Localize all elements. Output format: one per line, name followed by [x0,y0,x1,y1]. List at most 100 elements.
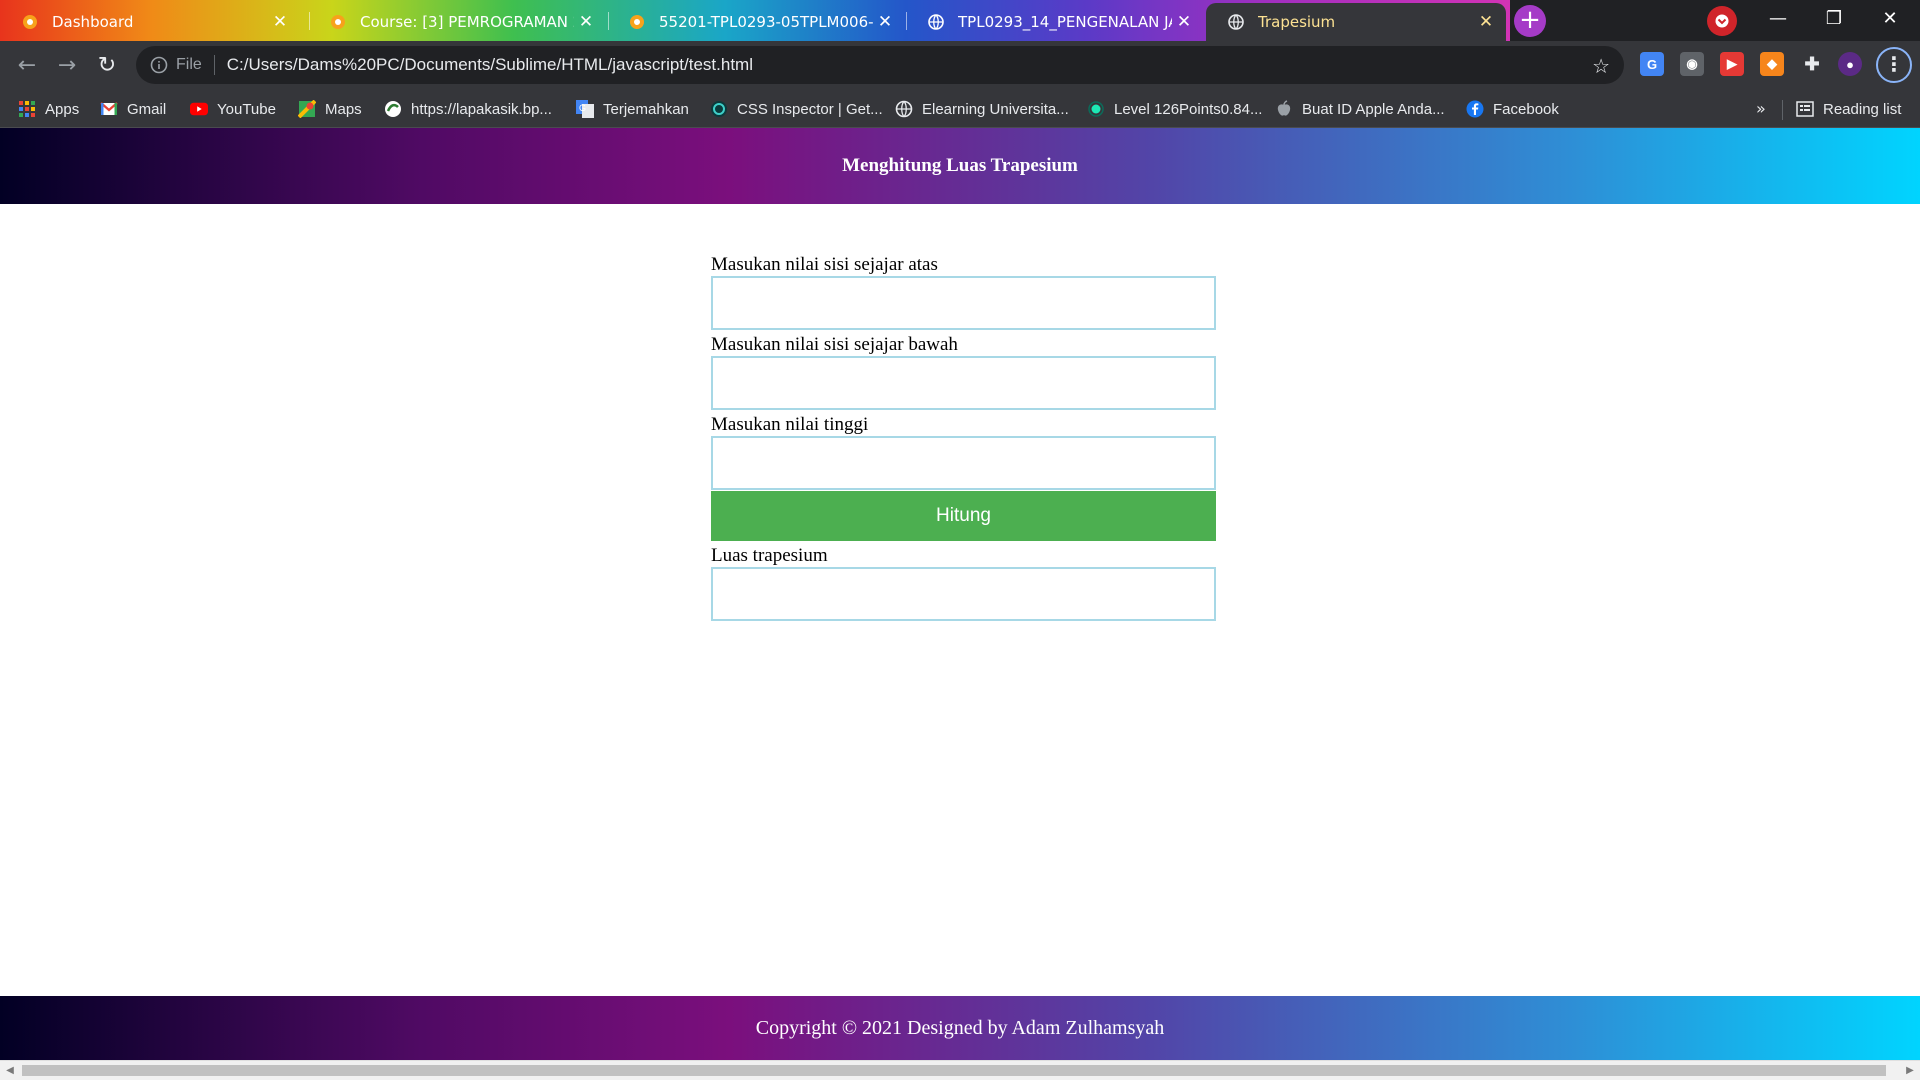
site-icon [384,100,402,118]
url-divider [213,55,215,75]
result-label: Luas trapesium [711,545,828,566]
video-extension-icon[interactable]: ▶ [1720,52,1744,76]
height-input[interactable] [711,436,1216,490]
page-title: Menghitung Luas Trapesium [842,155,1078,176]
scrollbar-thumb[interactable] [22,1065,1886,1076]
top-side-input[interactable] [711,276,1216,330]
bookmark-label: YouTube [217,100,276,118]
tab-trapesium[interactable]: Trapesium ✕ [1206,3,1506,41]
apple-icon [1275,100,1293,118]
facebook-icon [1466,100,1484,118]
top-side-label: Masukan nilai sisi sejajar atas [711,254,938,275]
bookmark-facebook[interactable]: Facebook [1466,90,1559,128]
height-label: Masukan nilai tinggi [711,414,869,435]
browser-toolbar: ← → ↻ File C:/Users/Dams%20PC/Documents/… [0,41,1920,90]
page-header: Menghitung Luas Trapesium [0,128,1920,204]
reading-list-button[interactable]: Reading list [1796,90,1901,128]
reading-list-icon [1796,100,1814,118]
address-bar[interactable]: File C:/Users/Dams%20PC/Documents/Sublim… [136,46,1624,84]
level-icon [1087,100,1105,118]
bookmark-lapakasik[interactable]: https://lapakasik.bp... [384,90,552,128]
bookmark-label: Buat ID Apple Anda... [1302,100,1445,118]
horizontal-scrollbar[interactable]: ◀ ▶ [0,1060,1920,1080]
back-icon[interactable]: ← [12,51,42,81]
bookmark-label: Apps [45,100,80,118]
globe-icon [1228,14,1244,30]
close-window-icon[interactable]: ✕ [1862,0,1918,40]
svg-text:G: G [579,103,586,113]
tab-elearning-class[interactable]: 55201-TPL0293-05TPLM006-2021 ✕ [607,3,905,41]
hitung-button[interactable]: Hitung [711,491,1216,541]
url-text[interactable]: C:/Users/Dams%20PC/Documents/Sublime/HTM… [227,55,753,75]
bookmarks-overflow-button[interactable]: » [1756,90,1766,128]
forward-icon[interactable]: → [52,51,82,81]
bookmark-star-icon[interactable]: ☆ [1592,54,1610,78]
restore-icon[interactable]: ❐ [1806,0,1862,40]
moodle-icon [22,14,38,30]
extensions-puzzle-icon[interactable]: ✚ [1800,52,1824,76]
url-scheme: File [176,56,202,73]
bookmark-css-inspector[interactable]: CSS Inspector | Get... [710,90,883,128]
maps-icon [298,100,316,118]
bookmark-gmail[interactable]: Gmail [100,90,166,128]
metamask-fox-icon[interactable]: ◆ [1760,52,1784,76]
bookmark-label: Terjemahkan [603,100,689,118]
close-icon[interactable]: ✕ [270,12,290,32]
scroll-right-icon[interactable]: ▶ [1903,1064,1917,1078]
globe-icon [895,100,913,118]
gmail-icon [100,100,118,118]
css-inspector-icon [710,100,728,118]
bottom-side-input[interactable] [711,356,1216,410]
bookmark-apple-id[interactable]: Buat ID Apple Anda... [1275,90,1445,128]
youtube-icon [190,100,208,118]
scroll-left-icon[interactable]: ◀ [3,1064,17,1078]
tab-search-icon[interactable] [1707,6,1737,36]
bookmark-label: Maps [325,100,362,118]
bookmark-label: CSS Inspector | Get... [737,100,883,118]
close-icon[interactable]: ✕ [875,12,895,32]
tab-title: Trapesium [1258,13,1336,31]
minimize-icon[interactable]: — [1750,0,1806,40]
tab-title: Dashboard [52,13,134,31]
moodle-icon [330,14,346,30]
profile-avatar[interactable]: ● [1838,52,1862,76]
tab-title: Course: [3] PEMROGRAMAN 2 # [360,13,574,31]
tab-strip: Dashboard ✕ Course: [3] PEMROGRAMAN 2 # … [0,0,1920,41]
bookmark-label: https://lapakasik.bp... [411,100,552,118]
bookmark-label: Elearning Universita... [922,100,1069,118]
bookmark-elearning[interactable]: Elearning Universita... [895,90,1069,128]
trapezoid-form: Masukan nilai sisi sejajar atas Masukan … [711,253,1216,621]
close-icon[interactable]: ✕ [1174,12,1194,32]
globe-icon [928,14,944,30]
tab-course[interactable]: Course: [3] PEMROGRAMAN 2 # ✕ [308,3,606,41]
tab-dashboard[interactable]: Dashboard ✕ [0,3,300,41]
bookmark-youtube[interactable]: YouTube [190,90,276,128]
moodle-icon [629,14,645,30]
bookmarks-divider [1782,100,1783,120]
page-footer: Copyright © 2021 Designed by Adam Zulham… [0,996,1920,1060]
reload-icon[interactable]: ↻ [92,51,122,81]
bookmark-label: Facebook [1493,100,1559,118]
bookmark-apps[interactable]: Apps [18,90,79,128]
bookmark-maps[interactable]: Maps [298,90,362,128]
reading-list-label: Reading list [1823,100,1902,118]
bookmark-terjemahkan[interactable]: G Terjemahkan [576,90,689,128]
apps-grid-icon [18,100,36,118]
bookmark-level[interactable]: Level 126Points0.84... [1087,90,1262,128]
google-translate-extension-icon[interactable]: G [1640,52,1664,76]
result-output[interactable] [711,567,1216,621]
copyright-text: Copyright © 2021 Designed by Adam Zulham… [755,1016,1165,1039]
close-icon[interactable]: ✕ [1476,12,1496,32]
info-icon[interactable] [150,56,168,74]
bottom-side-label: Masukan nilai sisi sejajar bawah [711,334,958,355]
kebab-menu-icon[interactable]: ⋮ [1876,47,1912,83]
bookmarks-bar: Apps Gmail YouTube Maps https://lapakasi… [0,90,1920,128]
bookmark-label: Level 126Points0.84... [1114,100,1263,118]
close-icon[interactable]: ✕ [576,12,596,32]
new-tab-button[interactable]: + [1514,5,1546,37]
tab-title: TPL0293_14_PENGENALAN JAVA [958,13,1172,31]
spy-extension-icon[interactable]: ◉ [1680,52,1704,76]
tab-java-intro[interactable]: TPL0293_14_PENGENALAN JAVA ✕ [906,3,1204,41]
translate-icon: G [576,100,594,118]
tab-title: 55201-TPL0293-05TPLM006-2021 [659,13,873,31]
